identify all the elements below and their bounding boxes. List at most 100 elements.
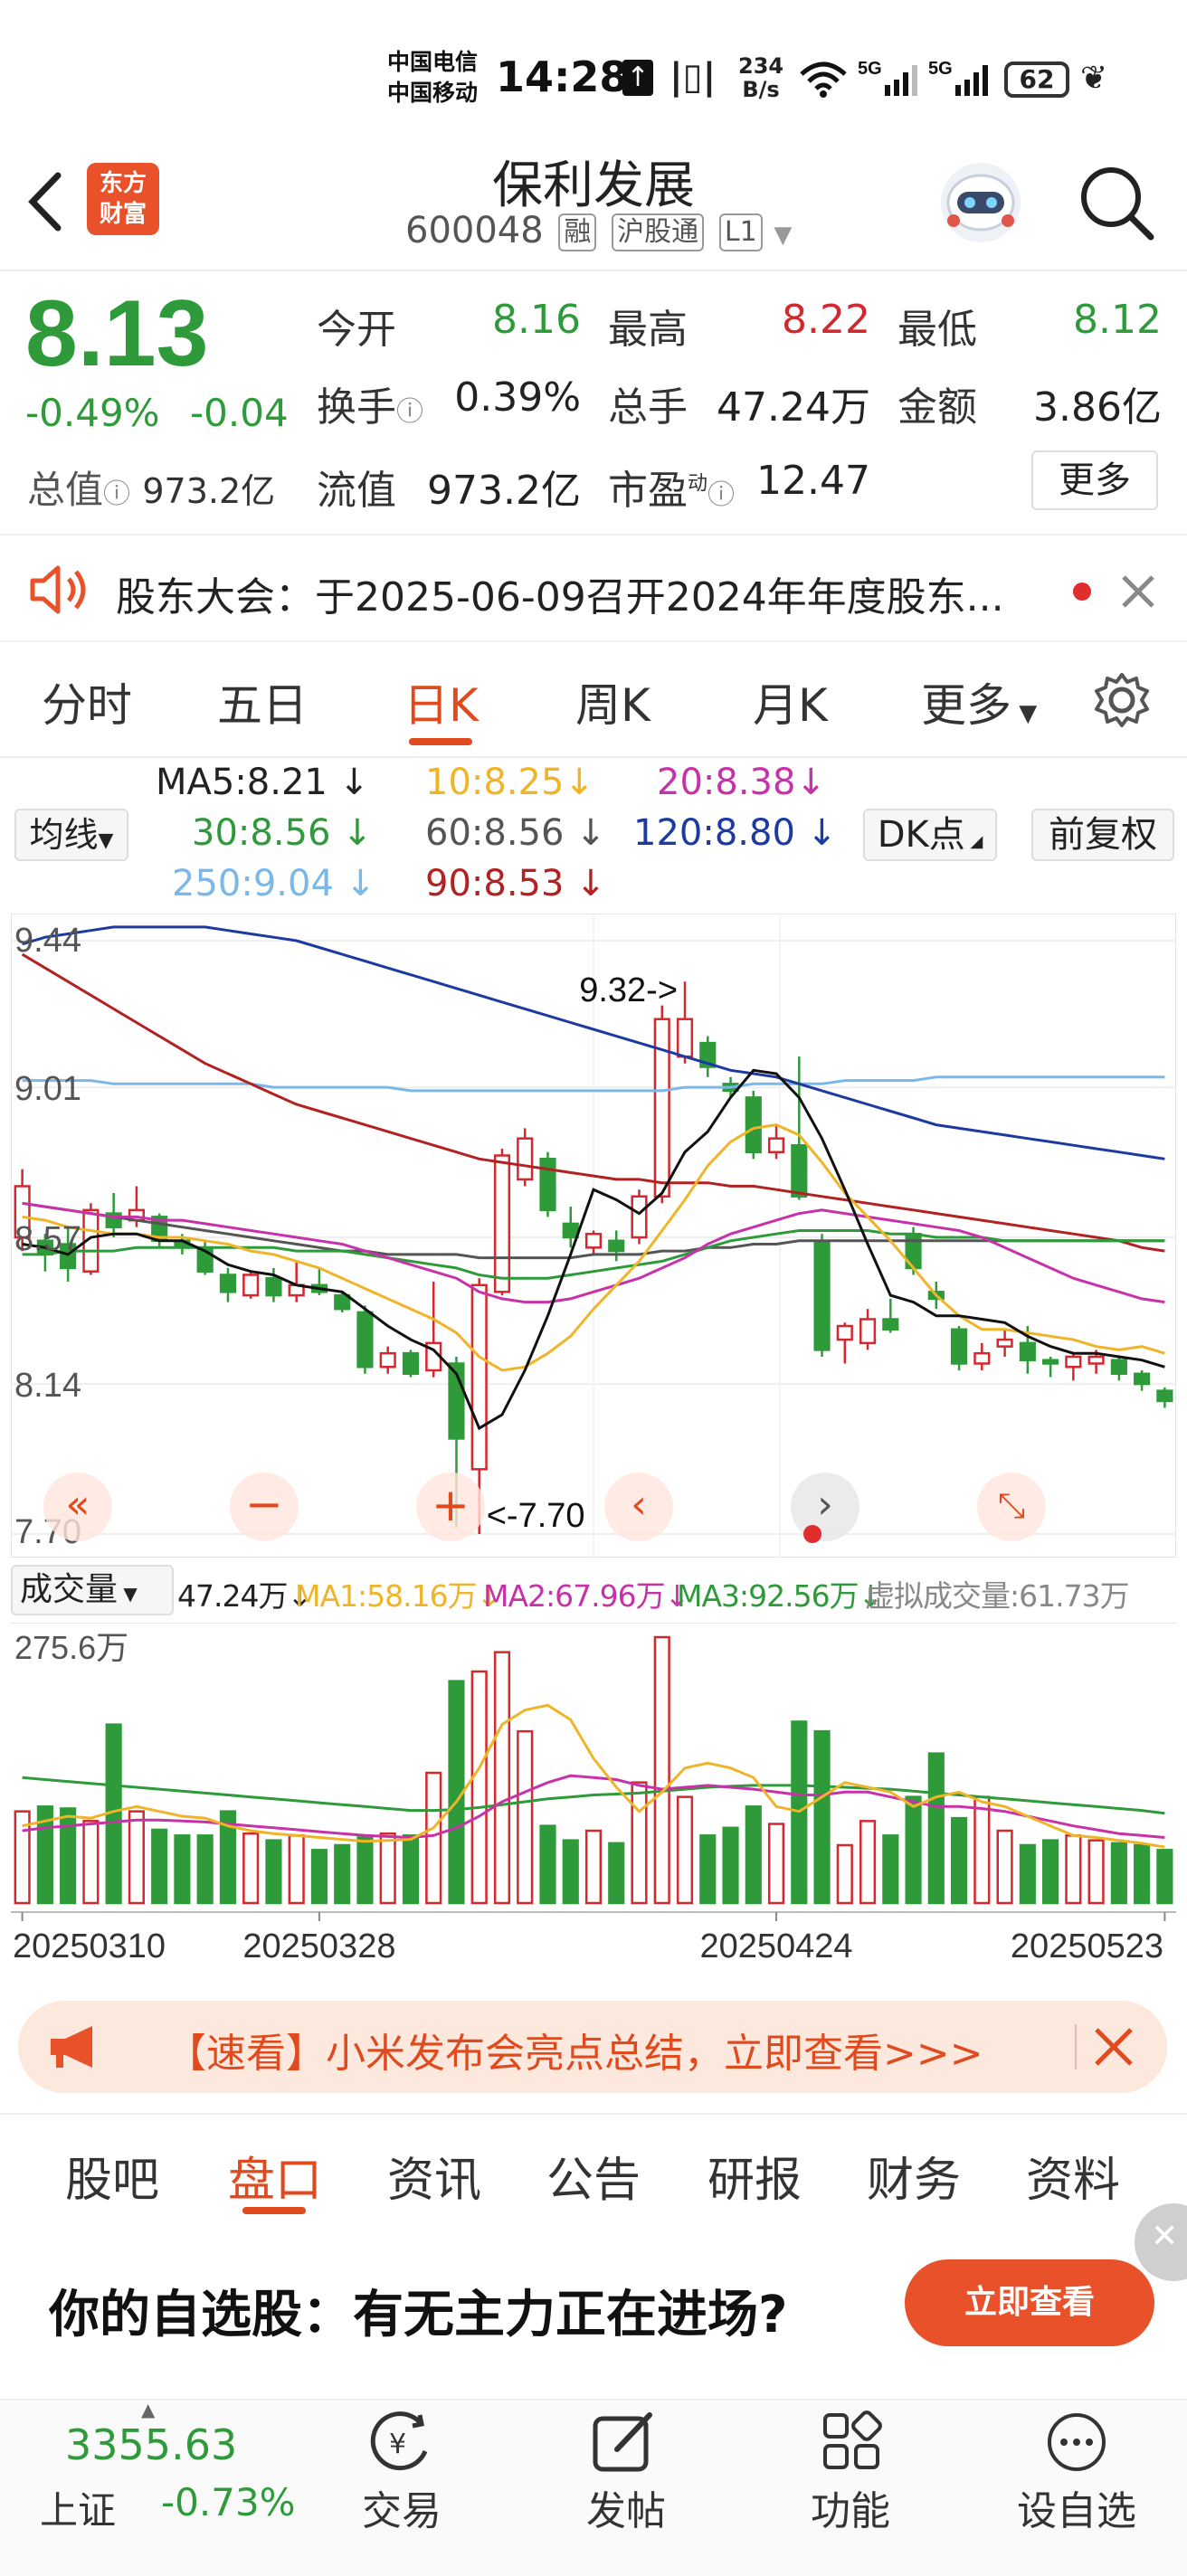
low-marker: <-7.70 [487,1497,585,1535]
candle-body [676,1018,694,1058]
tab-profile[interactable]: 资料 [1026,2142,1120,2210]
signal-5g-1-icon: 5G [858,59,917,96]
status-bar: 中国电信 中国移动 14:28 ↑ |▯| 234 B/s 5G 5G 62 ❦ [0,0,1187,154]
tab-intraday[interactable]: 分时 [42,669,132,734]
plus-icon[interactable]: + [416,1473,485,1541]
candle-body [950,1328,968,1365]
vol-ma2-legend: MA2:67.96万↓ [483,1578,689,1614]
robot-assistant-icon[interactable] [935,157,1026,248]
ad-banner[interactable]: 你的自选股：有无主力正在进场? 立即查看 ✕ [0,2203,1187,2397]
candle-body [996,1338,1013,1348]
close-icon[interactable] [1120,573,1156,610]
ad-text: 你的自选股：有无主力正在进场? [49,2286,788,2344]
ma250-value: 250:9.04 [172,863,334,904]
features-grid-icon[interactable] [820,2410,885,2475]
candle-body [1156,1389,1173,1403]
vol-legend: 47.24万↓ [177,1578,312,1614]
volume-bar [905,1795,922,1905]
nav-trade[interactable]: 交易 [329,2478,474,2536]
stock-meta[interactable]: 600048 融 沪股通 L1 ▼ [405,210,792,251]
volume-bar [493,1651,511,1905]
tab-news[interactable]: 资讯 [387,2142,481,2210]
dk-point-button[interactable]: DK点 ◢ [863,809,997,861]
candle-body [791,1143,808,1198]
chevron-right-icon[interactable]: › [791,1473,859,1541]
volume-chart[interactable]: 275.6万 20250310 20250328 20250424 20250523 [11,1623,1176,1984]
minus-icon[interactable]: − [230,1473,299,1541]
nav-features[interactable]: 功能 [778,2478,923,2536]
volume-bar [425,1771,442,1905]
volume-bar [288,1834,305,1905]
active-detail-tab-indicator [242,2207,306,2214]
kline-chart[interactable]: 9.449.018.578.147.709.32-><-7.70 [11,914,1176,1558]
volume-bar [836,1843,853,1905]
search-icon[interactable] [1077,163,1158,244]
adjust-button[interactable]: 前复权 [1031,809,1174,861]
volume-bar [174,1834,191,1905]
tab-weekly-k[interactable]: 周K [575,669,650,734]
tab-research[interactable]: 研报 [707,2142,802,2210]
volume-bar [973,1795,991,1905]
high-marker: 9.32-> [579,971,678,1009]
tab-more[interactable]: 更多 ▼ [921,669,1037,734]
nav-post[interactable]: 发帖 [554,2478,698,2536]
volume-label: 总手 [608,384,688,431]
volume-bar [196,1834,214,1905]
mktcap[interactable]: 总值ⓘ 973.2亿 [27,459,275,515]
candle-body [562,1222,579,1239]
settings-gear-icon[interactable] [1093,671,1151,729]
expand-icon[interactable]: ⤡ [977,1473,1046,1541]
vol-ma2-value: MA2:67.96万 [483,1578,666,1614]
more-quote-button[interactable]: 更多 [1031,450,1158,510]
indicator-selector[interactable]: 成交量 ▼ [11,1565,174,1615]
ma60-value: 60:8.56 [425,812,565,854]
volume-frame [11,1623,1176,1984]
ma90-value: 90:8.53 [425,863,565,904]
nav-set-watchlist[interactable]: 设自选 [1004,2478,1149,2536]
promo-divider [1075,2024,1077,2069]
tab-announcements[interactable]: 公告 [546,2142,641,2210]
ma10-value: 10:8.25 [425,762,565,803]
notice-bar[interactable]: 股东大会：于2025-06-09召开2024年年度股东... [0,534,1187,642]
close-icon[interactable] [1093,2026,1135,2068]
tab-five-day[interactable]: 五日 [217,669,308,734]
vibrate-icon: |▯| [669,56,717,98]
ad-cta-button[interactable]: 立即查看 [905,2259,1154,2346]
volume-bar [722,1826,739,1905]
carrier-1: 中国电信 [387,49,479,75]
more-dots-icon[interactable] [1044,2410,1109,2475]
pe-label[interactable]: 市盈动ⓘ [608,458,735,516]
candle-body [379,1351,396,1368]
active-tab-indicator [409,738,472,745]
pe-value: 12.47 [756,458,870,504]
y-tick-label: 8.14 [14,1367,81,1405]
double-chevron-left-icon[interactable]: « [43,1473,112,1541]
stock-header: 东方 财富 保利发展 600048 融 沪股通 L1 ▼ [0,136,1187,271]
candle-body [517,1137,534,1181]
candle-body [265,1276,282,1297]
post-edit-icon[interactable] [590,2410,659,2475]
avg-line-selector[interactable]: 均线▼ [14,809,128,861]
tab-guba[interactable]: 股吧 [65,2142,159,2210]
chevron-left-icon[interactable]: ‹ [604,1473,673,1541]
tab-daily-k[interactable]: 日K [404,669,479,734]
candle-body [539,1158,556,1212]
tab-monthly-k[interactable]: 月K [753,669,828,734]
index-change[interactable]: -0.73% [161,2480,296,2524]
turnover-label[interactable]: 换手ⓘ [317,374,423,432]
tab-finance[interactable]: 财务 [867,2142,961,2210]
candle-body [470,1283,488,1471]
tab-pankou[interactable]: 盘口 [228,2142,322,2210]
notice-text: 股东大会：于2025-06-09召开2024年年度股东... [116,574,1004,620]
net-speed-value: 234 [738,53,784,79]
promo-text: 【速看】小米发布会亮点总结，立即查看>>> [166,2031,983,2077]
candle-body [1134,1372,1151,1386]
tag-margin: 融 [558,213,597,251]
ma90-legend: 90:8.53 ↓ [425,863,606,904]
index-name[interactable]: 上证 [40,2480,116,2535]
trade-icon[interactable]: ¥ [366,2411,438,2475]
promo-banner[interactable]: 【速看】小米发布会亮点总结，立即查看>>> [18,2001,1167,2093]
index-value[interactable]: 3355.63 [65,2420,237,2469]
candle-body [1019,1341,1036,1361]
tag-level: L1 [718,213,763,251]
